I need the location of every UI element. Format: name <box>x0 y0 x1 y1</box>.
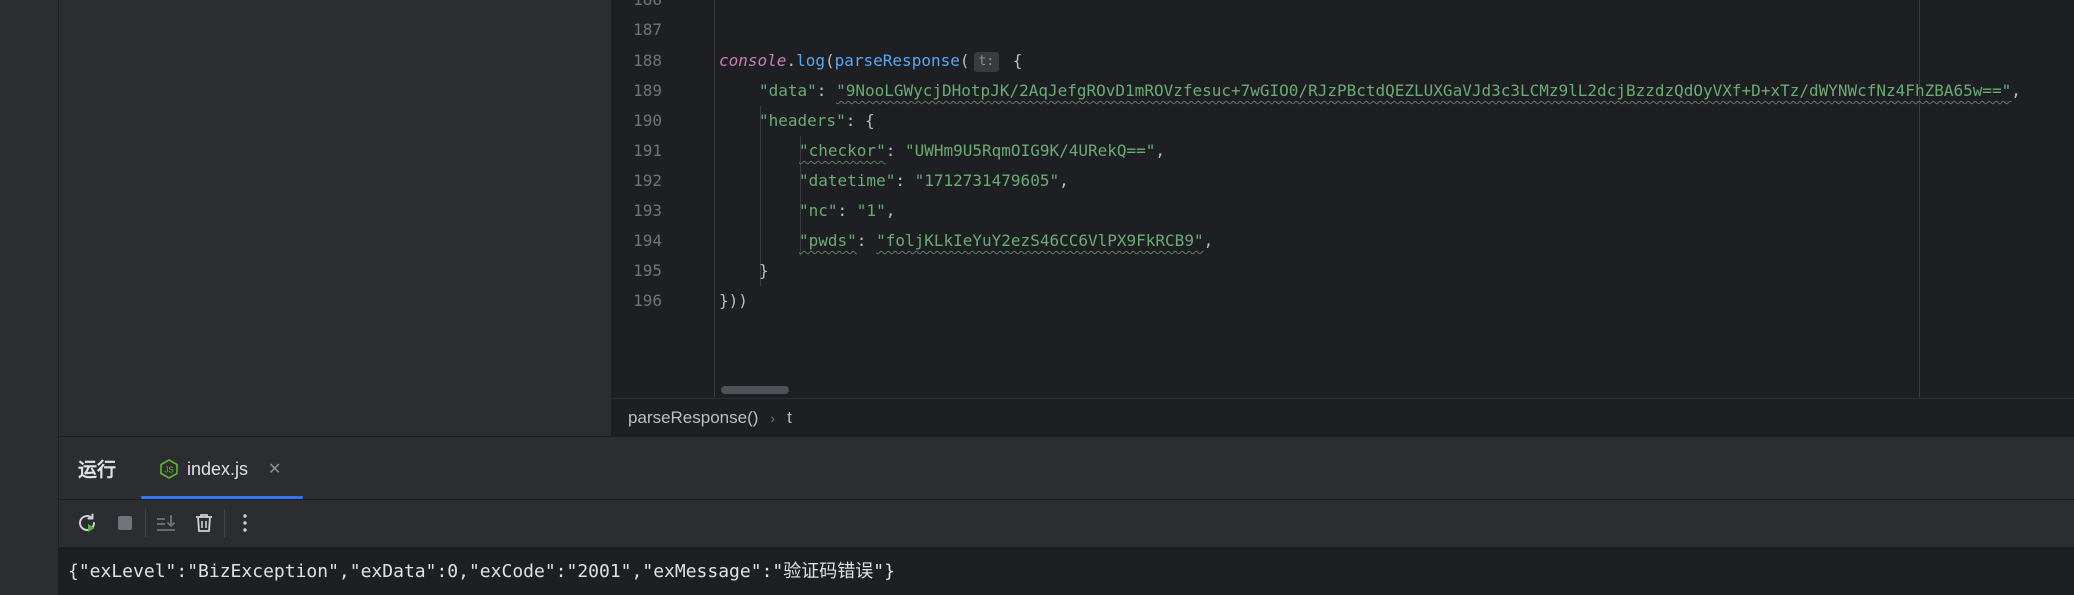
line-number: 195 <box>633 261 662 280</box>
line-number-gutter: 186 187 188 189 190 191 192 193 194 195 … <box>611 0 715 397</box>
right-margin-guide <box>1919 0 1920 397</box>
breadcrumb-item[interactable]: parseResponse() <box>628 408 758 428</box>
code-token: "datetime" <box>799 171 896 190</box>
code-token: "1" <box>856 201 886 220</box>
code-token: })) <box>719 291 748 310</box>
scroll-to-end-button[interactable] <box>147 504 185 542</box>
code-token: : <box>816 81 837 100</box>
code-token: { <box>864 111 875 130</box>
code-token: , <box>2011 81 2021 100</box>
line-number: 189 <box>633 81 662 100</box>
code-line-191[interactable]: "checkor": "UWHm9U5RqmOIG9K/4URekQ==", <box>799 136 1165 166</box>
toolbar-separator <box>224 509 225 537</box>
chevron-right-icon: › <box>770 409 776 426</box>
line-number: 186 <box>612 0 662 15</box>
project-pane <box>59 0 612 436</box>
code-line-190[interactable]: "headers": { <box>759 106 875 136</box>
code-token: } <box>759 261 769 280</box>
code-token: . <box>786 51 797 70</box>
code-line-192[interactable]: "datetime": "1712731479605", <box>799 166 1069 196</box>
rerun-icon <box>79 513 95 532</box>
clear-console-button[interactable] <box>185 504 223 542</box>
code-token: "pwds" <box>799 231 857 250</box>
close-icon[interactable]: ✕ <box>268 459 281 479</box>
line-number: 190 <box>633 111 662 130</box>
code-token: : <box>885 141 905 160</box>
console-output[interactable]: {"exLevel":"BizException","exData":0,"ex… <box>59 547 2074 595</box>
code-token: ( <box>824 51 835 70</box>
code-token: , <box>1059 171 1069 190</box>
line-number: 194 <box>633 231 662 250</box>
code-token: parseResponse <box>834 51 960 70</box>
trash-icon <box>196 514 212 532</box>
code-token: ( <box>959 51 970 70</box>
code-token: : <box>895 171 915 190</box>
line-number: 196 <box>633 291 662 310</box>
rerun-button[interactable] <box>68 504 106 542</box>
code-token: "checkor" <box>799 141 886 160</box>
code-token: , <box>885 201 896 220</box>
run-tab-bar: 运行 JS index.js ✕ <box>59 437 2074 500</box>
code-line-193[interactable]: "nc": "1", <box>799 196 895 226</box>
console-line: {"exLevel":"BizException","exData":0,"ex… <box>68 561 895 582</box>
run-tool-window: 运行 JS index.js ✕ {"exLevel":"BizExceptio… <box>59 436 2074 595</box>
line-number: 188 <box>633 51 662 70</box>
code-token: : <box>837 201 857 220</box>
code-token: : <box>845 111 865 130</box>
code-token: "UWHm9U5RqmOIG9K/4URekQ==" <box>904 141 1156 160</box>
code-token: "foljKLkIeYuY2ezS46CC6VlPX9FkRCB9" <box>876 231 1204 250</box>
scroll-to-end-icon <box>157 515 176 531</box>
breadcrumb-item[interactable]: t <box>787 408 792 428</box>
code-token: : <box>856 231 877 250</box>
tab-index-js[interactable]: JS index.js ✕ <box>143 449 303 489</box>
toolbar-separator <box>145 509 146 537</box>
code-token: console <box>719 51 787 70</box>
tab-label: index.js <box>187 458 249 479</box>
line-number: 193 <box>633 201 662 220</box>
more-vertical-icon <box>243 514 247 532</box>
stop-button[interactable] <box>106 504 144 542</box>
run-panel-title: 运行 <box>78 460 117 481</box>
stop-icon <box>118 516 132 530</box>
code-token: log <box>796 51 825 70</box>
code-token: { <box>1003 51 1023 70</box>
ide-window: 186 187 188 189 190 191 192 193 194 195 … <box>0 0 2074 595</box>
horizontal-scrollbar[interactable] <box>721 386 789 394</box>
code-token: "nc" <box>799 201 838 220</box>
code-token: , <box>1203 231 1214 250</box>
code-token: "headers" <box>759 111 846 130</box>
parameter-hint: t: <box>973 51 1000 72</box>
breadcrumb: parseResponse() › t <box>611 398 2074 436</box>
line-number: 187 <box>633 20 662 39</box>
code-editor[interactable]: 186 187 188 189 190 191 192 193 194 195 … <box>611 0 2074 397</box>
code-line-188[interactable]: console.log(parseResponse(t: { <box>719 46 1022 76</box>
code-line-189[interactable]: "data": "9NooLGWycjDHotpJK/2AqJefgROvD1m… <box>759 76 2021 106</box>
nodejs-icon: JS <box>160 459 178 479</box>
active-tab-indicator <box>141 496 303 499</box>
code-line-194[interactable]: "pwds": "foljKLkIeYuY2ezS46CC6VlPX9FkRCB… <box>799 226 1213 256</box>
code-token: "1712731479605" <box>914 171 1060 190</box>
code-token: "9NooLGWycjDHotpJK/2AqJefgROvD1mROVzfesu… <box>836 81 2012 100</box>
code-line-195[interactable]: } <box>759 256 769 286</box>
svg-text:JS: JS <box>164 466 173 475</box>
code-line-196[interactable]: })) <box>719 286 748 316</box>
line-number: 192 <box>633 171 662 190</box>
tool-window-stripe <box>0 0 59 595</box>
line-number: 191 <box>633 141 662 160</box>
code-token: , <box>1155 141 1166 160</box>
more-options-button[interactable] <box>226 504 264 542</box>
code-token: "data" <box>759 81 817 100</box>
run-toolbar <box>59 500 2074 546</box>
